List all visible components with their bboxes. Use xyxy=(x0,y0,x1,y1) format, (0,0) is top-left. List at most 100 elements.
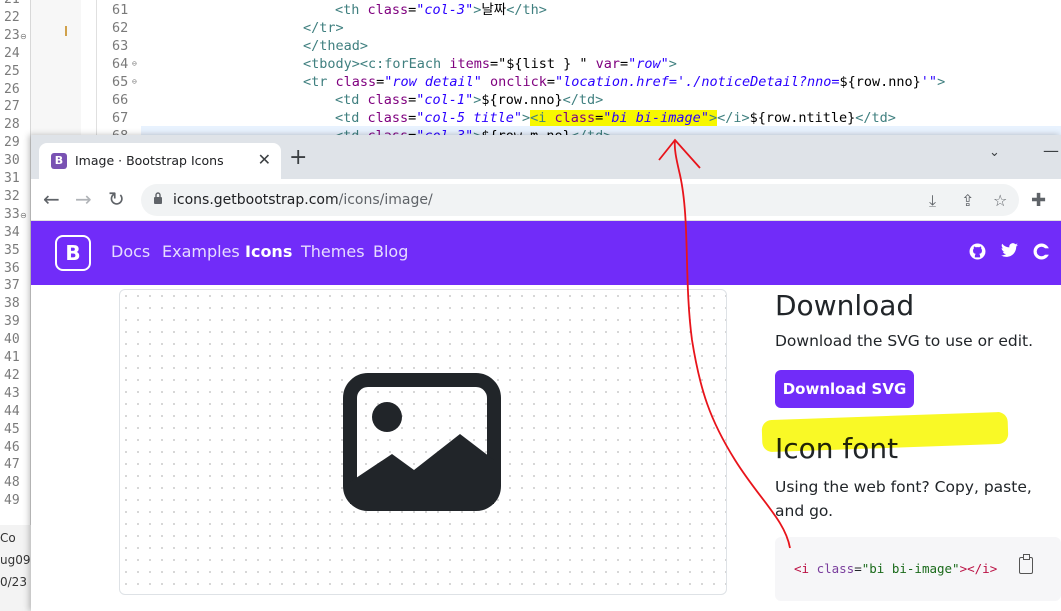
line-number: 29 xyxy=(4,135,20,151)
fold-icon[interactable]: ⊖ xyxy=(20,32,27,41)
code-token: ="${list } " xyxy=(489,56,596,72)
side-panel-text: ug09 xyxy=(0,553,31,567)
code-token: <td xyxy=(335,92,368,108)
code-token: <tr xyxy=(303,74,336,90)
code-token: </th> xyxy=(506,2,547,18)
code-line: 64 ⊖ <tbody><c:forEach items="${list } " v… xyxy=(97,55,1061,73)
code-token: "location.href='./noticeDetail?nno= xyxy=(555,74,840,90)
url-path: /icons/image/ xyxy=(338,192,433,208)
github-icon[interactable] xyxy=(969,243,986,260)
code-token: </tr> xyxy=(303,20,344,36)
line-number: 45 xyxy=(4,421,20,437)
line-number: 31 xyxy=(4,171,20,186)
opencollective-icon[interactable] xyxy=(1033,243,1050,260)
line-number: 40 xyxy=(4,332,20,348)
line-number: 23 xyxy=(4,27,20,43)
extensions-puzzle-icon[interactable]: ✚ xyxy=(1031,190,1046,211)
line-number: 44 xyxy=(4,403,20,419)
bootstrap-logo[interactable]: B xyxy=(55,235,91,271)
new-tab-button[interactable]: + xyxy=(289,147,307,169)
code-text: <tbody><c:forEach items="${list } " var=… xyxy=(303,55,677,73)
browser-tab[interactable]: B Image · Bootstrap Icons ✕ xyxy=(39,143,281,179)
code-token: onclick xyxy=(489,74,547,90)
code-token: </td> xyxy=(855,110,896,126)
forward-button[interactable]: → xyxy=(75,188,92,210)
nav-themes[interactable]: Themes xyxy=(301,242,365,261)
nav-docs[interactable]: Docs xyxy=(111,242,150,261)
clipboard-copy-icon[interactable] xyxy=(1019,554,1033,574)
code-token: <th xyxy=(335,2,368,18)
code-line: 62 </tr> xyxy=(97,19,1061,37)
line-number: 24 xyxy=(4,45,20,61)
close-tab-icon[interactable]: ✕ xyxy=(258,150,271,169)
line-number: 30 xyxy=(4,153,20,169)
code-token: '" xyxy=(920,74,938,90)
url-text: icons.getbootstrap.com/icons/image/ xyxy=(173,192,433,208)
line-number: 26 xyxy=(4,81,20,97)
line-number: 35 xyxy=(4,242,20,258)
reload-button[interactable]: ↻ xyxy=(108,188,125,210)
nav-examples[interactable]: Examples xyxy=(162,242,240,261)
icon-preview-panel xyxy=(119,289,727,595)
code-line: 61 <th class="col-3">날짜</th> xyxy=(97,1,1061,19)
code-editor[interactable]: 61 <th class="col-3">날짜</th> 62 </tr> 63 </th… xyxy=(96,0,1061,144)
line-number: 39 xyxy=(4,314,20,330)
bookmark-star-icon[interactable]: ☆ xyxy=(993,191,1007,210)
code-token: "col-1" xyxy=(416,92,474,108)
code-token: ${row.nno} xyxy=(839,74,921,90)
nav-blog[interactable]: Blog xyxy=(373,242,408,261)
snippet-code[interactable]: <i class="bi bi-image"></i> xyxy=(794,561,997,576)
code-line-number: 62 xyxy=(112,20,129,36)
code-line-number: 67 xyxy=(112,110,129,126)
code-line: 66 <td class="col-1">${row.nno}</td> xyxy=(97,91,1061,109)
code-token: <td xyxy=(335,110,368,126)
code-token: > xyxy=(668,56,677,72)
line-number: 28 xyxy=(4,117,20,133)
code-text: <th class="col-3">날짜</th> xyxy=(335,1,547,19)
minimize-window-button[interactable]: — xyxy=(1043,141,1059,160)
code-token: "bi bi-image" xyxy=(603,110,709,126)
icon-font-snippet: <i class="bi bi-image"></i> xyxy=(775,537,1061,601)
icon-font-description: Using the web font? Copy, paste, and go. xyxy=(775,478,1032,520)
line-number: 21 xyxy=(4,0,20,7)
code-token: "col-3" xyxy=(416,2,474,18)
line-number: 22 xyxy=(4,9,20,25)
snippet-eq: = xyxy=(854,561,862,576)
code-text: <tr class="row detail" onclick="location… xyxy=(303,73,945,91)
code-token: </thead> xyxy=(303,38,369,54)
code-token: ${row.ntitle} xyxy=(749,110,856,126)
code-token: = xyxy=(546,74,556,90)
download-svg-button[interactable]: Download SVG xyxy=(775,370,914,408)
code-line-number: 64 xyxy=(112,56,129,72)
code-token: class xyxy=(367,110,409,126)
fold-icon[interactable]: ⊖ xyxy=(132,55,137,73)
browser-toolbar: ← → ↻ icons.getbootstrap.com/icons/image… xyxy=(31,179,1061,221)
url-host: icons.getbootstrap.com xyxy=(173,192,339,208)
fold-icon[interactable]: ⊖ xyxy=(20,211,27,220)
code-text: <td class="col-5 title"><i class="bi bi-… xyxy=(335,109,896,127)
line-number: 34 xyxy=(4,224,20,240)
code-text: </tr> xyxy=(303,19,344,37)
snippet-value: "bi bi-image" xyxy=(861,561,960,576)
fold-icon[interactable]: ⊖ xyxy=(132,73,137,91)
code-line: 65 ⊖ <tr class="row detail" onclick="locat… xyxy=(97,73,1061,91)
nav-icons[interactable]: Icons xyxy=(245,242,292,261)
install-app-icon[interactable]: ⤓ xyxy=(929,191,936,211)
screenshot-root: 212223⊖24252627282930313233⊖343536373839… xyxy=(0,0,1061,611)
address-bar[interactable]: icons.getbootstrap.com/icons/image/ ⤓ ⇪ … xyxy=(141,184,1019,216)
code-line: 67 <td class="col-5 title"><i class="bi b… xyxy=(97,109,1061,127)
marker xyxy=(65,26,67,36)
tab-search-chevron-icon[interactable]: ⌄ xyxy=(989,145,1000,160)
code-token: "row detail" xyxy=(384,74,482,90)
download-description: Download the SVG to use or edit. xyxy=(775,332,1034,350)
code-text: </thead> xyxy=(303,37,368,55)
twitter-icon[interactable] xyxy=(1001,243,1018,258)
side-panel-text: Co xyxy=(0,531,16,545)
download-heading: Download xyxy=(775,289,915,322)
code-token: </td> xyxy=(562,92,604,108)
share-icon[interactable]: ⇪ xyxy=(961,191,974,210)
line-number: 48 xyxy=(4,475,20,491)
back-button[interactable]: ← xyxy=(43,188,60,210)
snippet-attr: class xyxy=(816,561,855,576)
